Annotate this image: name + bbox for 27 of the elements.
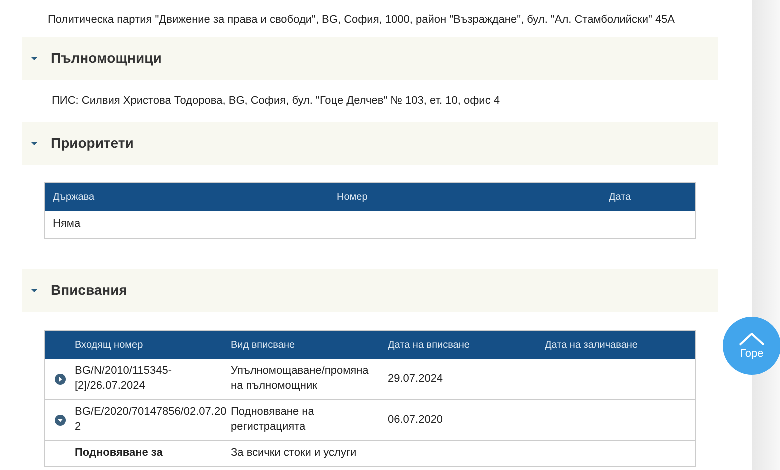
table-cell-text: 29.07.2024 <box>388 372 444 386</box>
detail-label: Подновяване за <box>75 446 164 462</box>
column-header: Дата на заличаване <box>545 338 639 352</box>
section-title: Приоритети <box>51 134 134 153</box>
section-header[interactable]: Пълномощници <box>22 37 718 80</box>
representative-text: ПИС: Силвия Христова Тодорова, BG, София, бул. "Гоце Делчев" № 103, ет. 10, офис 4 <box>51 94 502 109</box>
table-cell-text: Няма <box>53 217 82 232</box>
expand-right-icon[interactable] <box>54 374 66 384</box>
column-header: Държава <box>53 190 96 204</box>
table-cell-text: Упълномощаване/промяна на пълномощник <box>231 364 370 394</box>
section-title: Пълномощници <box>51 49 162 68</box>
table-cell-text: BG/E/2020/70147856/02.07.202 <box>75 405 228 435</box>
expand-down-icon[interactable] <box>54 414 66 426</box>
section-header[interactable]: Вписвания <box>22 269 718 312</box>
chevron-up-icon <box>739 333 765 346</box>
table-cell-text: BG/N/2010/115345-[2]/26.07.2024 <box>75 364 174 394</box>
section-title: Вписвания <box>51 281 128 300</box>
table-cell-text: Подновяване на регистрацията <box>231 405 316 435</box>
section-header[interactable]: Приоритети <box>22 122 718 165</box>
column-header: Дата на вписване <box>388 338 471 352</box>
column-header: Дата <box>609 190 632 204</box>
column-header: Входящ номер <box>75 338 144 352</box>
table-cell-text: 06.07.2020 <box>388 412 444 428</box>
owner-text: Политическа партия "Движение за права и свободи", BG, София, 1000, район "Възраждане", бул. "Ал. Стамболийски" 45А <box>47 13 676 28</box>
detail-value: За всички стоки и услуги <box>231 446 358 462</box>
column-header: Номер <box>337 190 369 204</box>
column-header: Вид вписване <box>231 338 296 352</box>
